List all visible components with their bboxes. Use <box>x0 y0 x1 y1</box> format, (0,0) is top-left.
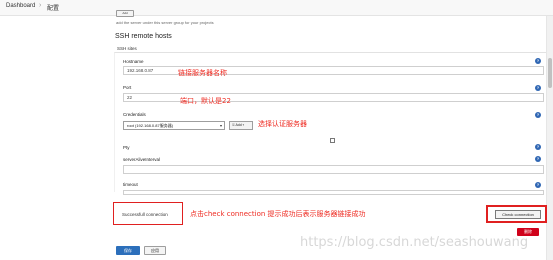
pty-checkbox[interactable] <box>330 138 335 143</box>
port-annotation: 端口，默认是22 <box>180 97 231 105</box>
server-group-hint: add the server under this server group f… <box>116 20 214 25</box>
section-subtitle: SSH sites <box>117 46 137 51</box>
credentials-help-icon[interactable]: ? <box>535 112 541 118</box>
breadcrumb-dashboard[interactable]: Dashboard <box>6 3 35 9</box>
timeout-input[interactable] <box>123 190 544 195</box>
check-connection-button[interactable]: Check connection <box>495 210 541 219</box>
server-alive-help-icon[interactable]: ? <box>535 156 541 162</box>
section-title: SSH remote hosts <box>115 33 172 40</box>
scrollbar-thumb[interactable] <box>548 58 552 88</box>
credentials-selected-value: root (192.168.0.87服务器) <box>127 123 174 128</box>
pty-help-icon[interactable]: ? <box>535 144 541 150</box>
add-credentials-button[interactable]: ⚿ Add ▾ <box>229 121 253 130</box>
hostname-help-icon[interactable]: ? <box>535 58 541 64</box>
add-credentials-label: Add ▾ <box>235 123 245 127</box>
breadcrumb-separator: › <box>39 2 42 9</box>
credentials-label: Credentials <box>123 112 146 117</box>
connection-status-text: Successfull connection <box>122 212 168 217</box>
top-navigation-bar: Dashboard › 配置 <box>0 0 553 16</box>
save-button[interactable]: 保存 <box>116 246 140 255</box>
hostname-annotation: 链接服务器名称 <box>178 69 227 77</box>
port-label: Port <box>123 85 132 90</box>
timeout-help-icon[interactable]: ? <box>535 182 541 188</box>
server-alive-label: serverAliveInterval <box>123 157 161 162</box>
port-help-icon[interactable]: ? <box>535 85 541 91</box>
chevron-down-icon: ▾ <box>219 123 222 128</box>
check-connection-annotation: 点击check connection 提示成功后表示服务器链接成功 <box>190 210 366 218</box>
watermark-text: https://blog.csdn.net/seashouwang <box>300 235 529 250</box>
page-scrollbar[interactable] <box>546 16 553 260</box>
server-alive-input[interactable] <box>123 165 544 174</box>
credentials-annotation: 选择认证服务器 <box>258 120 307 128</box>
breadcrumb-config[interactable]: 配置 <box>47 3 59 12</box>
timeout-label: timeout <box>123 182 138 187</box>
pty-label: Pty <box>123 145 130 150</box>
hostname-label: Hostname <box>123 59 144 64</box>
credentials-select[interactable]: root (192.168.0.87服务器) ▾ <box>123 121 225 130</box>
apply-button[interactable]: 应用 <box>144 246 166 255</box>
add-server-button[interactable]: Add <box>116 10 134 17</box>
